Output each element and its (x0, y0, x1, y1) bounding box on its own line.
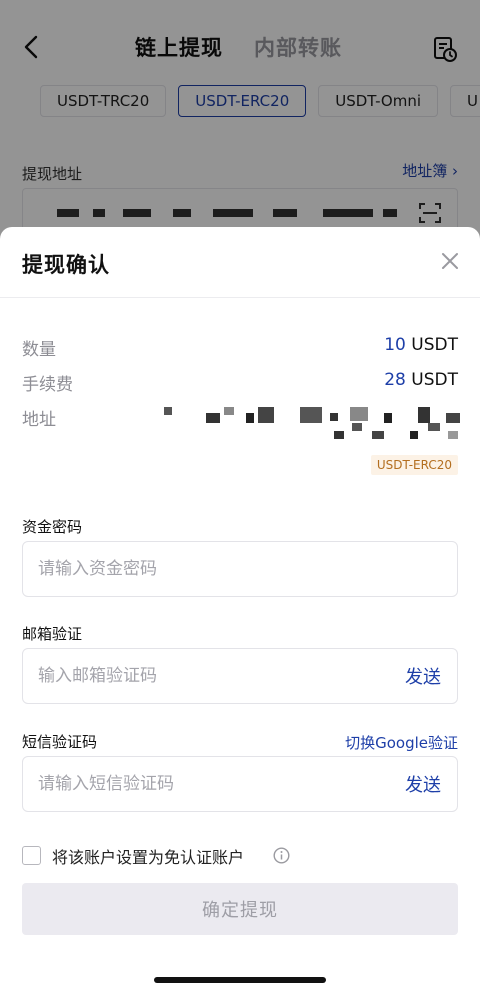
fee-value: 28 USDT (384, 370, 458, 390)
fund-password-field (22, 541, 458, 597)
sheet-title: 提现确认 (22, 253, 110, 277)
chain-tag: USDT-ERC20 (370, 455, 458, 475)
redacted-block (206, 413, 220, 423)
redacted-block (448, 431, 458, 439)
redacted-block (384, 413, 392, 423)
email-code-input[interactable] (38, 649, 378, 703)
redacted-block (350, 407, 368, 421)
close-icon[interactable] (441, 252, 459, 270)
redacted-block (300, 407, 322, 423)
redacted-block (428, 423, 440, 431)
sms-verify-label: 短信验证码 (22, 733, 98, 751)
divider (0, 297, 480, 298)
sms-send-button[interactable]: 发送 (405, 771, 441, 797)
redacted-block (334, 431, 344, 439)
quantity-value: 10 USDT (384, 335, 458, 355)
info-icon[interactable] (273, 847, 290, 864)
withdraw-confirm-sheet: 提现确认 数量 10 USDT 手续费 28 USDT 地址 USDT-ERC2… (0, 227, 480, 990)
fee-unit: USDT (405, 370, 458, 390)
quantity-label: 数量 (22, 340, 56, 360)
email-verify-label: 邮箱验证 (22, 625, 83, 643)
fund-password-label: 资金密码 (22, 518, 83, 536)
fee-amount: 28 (384, 370, 406, 390)
exempt-checkbox[interactable] (22, 846, 41, 865)
address-info-label: 地址 (22, 410, 56, 430)
redacted-block (246, 413, 254, 423)
redacted-block (418, 407, 430, 423)
email-send-button[interactable]: 发送 (405, 663, 441, 689)
quantity-amount: 10 (384, 335, 406, 355)
email-verify-field: 发送 (22, 648, 458, 704)
fund-password-input[interactable] (38, 542, 378, 596)
fee-label: 手续费 (22, 375, 73, 395)
quantity-unit: USDT (405, 335, 458, 355)
redacted-block (446, 413, 460, 423)
redacted-block (258, 407, 274, 423)
redacted-block (164, 407, 172, 415)
sms-code-input[interactable] (38, 757, 378, 811)
redacted-block (410, 431, 418, 439)
home-indicator (154, 977, 326, 983)
redacted-block (224, 407, 234, 415)
redacted-block (352, 423, 362, 431)
sms-verify-field: 发送 (22, 756, 458, 812)
redacted-block (372, 431, 384, 439)
redacted-block (330, 413, 338, 421)
switch-google-link[interactable]: 切换Google验证 (345, 732, 458, 753)
confirm-withdraw-button[interactable]: 确定提现 (22, 883, 458, 935)
exempt-checkbox-label[interactable]: 将该账户设置为免认证账户 (52, 844, 244, 868)
